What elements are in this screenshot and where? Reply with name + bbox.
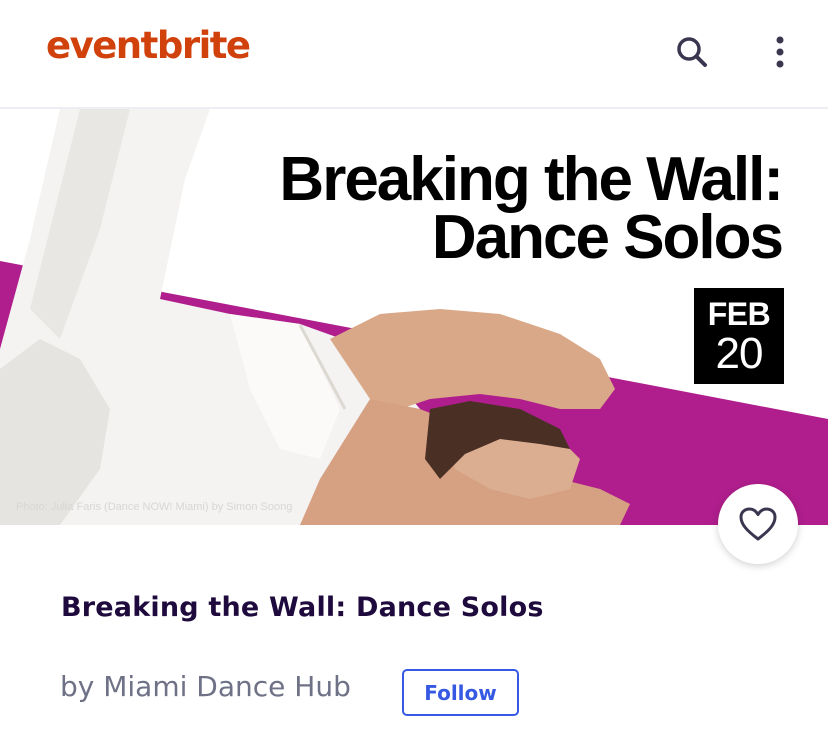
search-icon bbox=[677, 37, 707, 67]
hero-title-line: Dance Solos bbox=[431, 203, 784, 272]
hero-title-line: Breaking the Wall: bbox=[279, 145, 784, 214]
date-day: 20 bbox=[715, 329, 764, 378]
follow-button[interactable]: Follow bbox=[402, 669, 519, 716]
photo-credit: Photo: Julia Faris (Dance NOW! Miami) by… bbox=[16, 501, 293, 513]
date-badge: FEB 20 bbox=[694, 288, 784, 384]
top-app-bar: eventbrite bbox=[0, 0, 828, 109]
organizer-name[interactable]: by Miami Dance Hub bbox=[60, 670, 351, 703]
event-hero-image: Breaking the Wall: Dance Solos FEB 20 Ph… bbox=[0, 109, 828, 525]
search-button[interactable] bbox=[668, 28, 716, 76]
like-button[interactable] bbox=[718, 484, 798, 564]
heart-icon bbox=[739, 507, 777, 541]
eventbrite-logo[interactable]: eventbrite bbox=[46, 24, 251, 67]
event-title: Breaking the Wall: Dance Solos bbox=[61, 592, 544, 623]
date-month: FEB bbox=[707, 296, 771, 332]
hero-title: Breaking the Wall: Dance Solos bbox=[162, 145, 784, 272]
more-vertical-icon bbox=[776, 36, 784, 68]
more-options-button[interactable] bbox=[756, 28, 804, 76]
